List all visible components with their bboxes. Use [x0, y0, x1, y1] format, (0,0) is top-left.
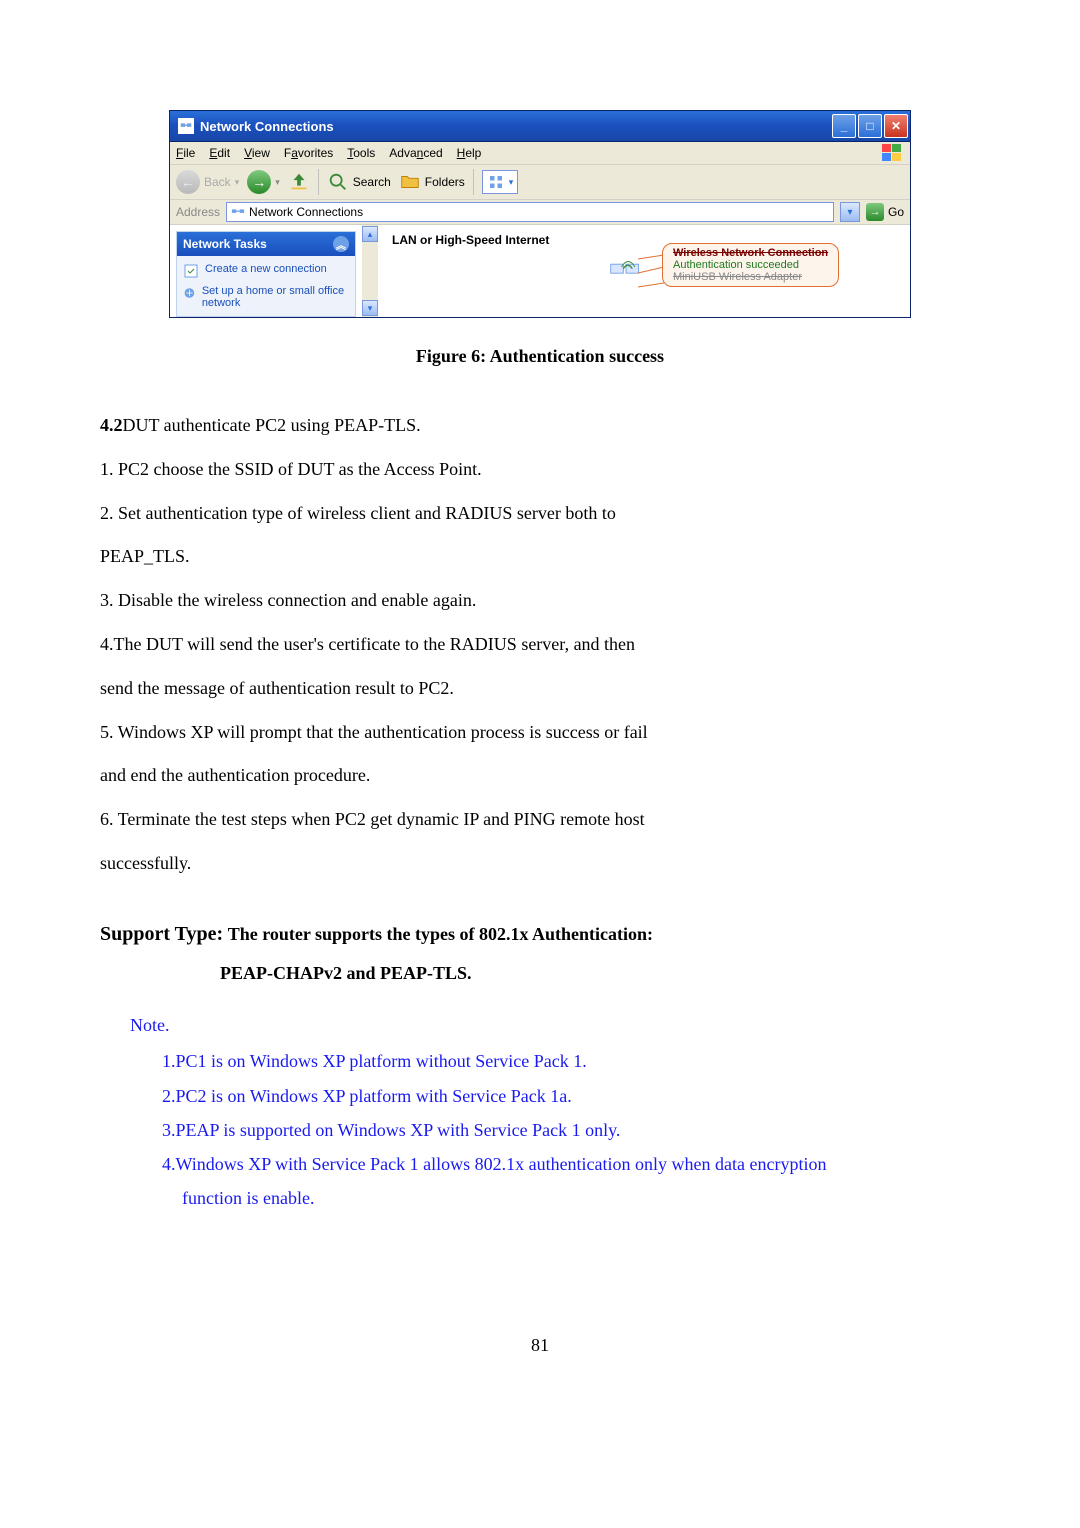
status-callout: Wireless Network Connection Authenticati… — [662, 243, 839, 287]
support-sub: PEAP-CHAPv2 and PEAP-TLS. — [220, 955, 980, 993]
close-button[interactable]: ✕ — [884, 114, 908, 138]
menu-help[interactable]: Help — [457, 146, 482, 160]
scrollbar[interactable]: ▴ ▾ — [362, 225, 378, 317]
go-label: Go — [888, 205, 904, 219]
note-item-cont: function is enable. — [182, 1181, 980, 1215]
up-button[interactable] — [288, 171, 310, 193]
collapse-icon: ︽ — [333, 236, 349, 252]
folders-button[interactable]: Folders — [399, 171, 465, 193]
note-item: 4.Windows XP with Service Pack 1 allows … — [162, 1147, 980, 1181]
support-text: The router supports the types of 802.1x … — [228, 924, 653, 944]
menu-advanced[interactable]: Advanced — [389, 146, 442, 160]
step: 4.The DUT will send the user's certifica… — [100, 626, 980, 664]
task-item-home-network[interactable]: Set up a home or small office network — [183, 282, 349, 312]
step: 6. Terminate the test steps when PC2 get… — [100, 801, 980, 839]
forward-button[interactable]: → ▾ — [247, 170, 280, 194]
callout-line2: Authentication succeeded — [673, 259, 828, 271]
title-bar: Network Connections _ □ ✕ — [170, 111, 910, 142]
page-number: 81 — [100, 1335, 980, 1356]
step-cont: PEAP_TLS. — [100, 538, 980, 576]
search-button[interactable]: Search — [327, 171, 391, 193]
menu-file[interactable]: File — [176, 146, 195, 160]
task-item-label: Set up a home or small office network — [202, 285, 349, 309]
views-button[interactable]: ▾ — [482, 170, 519, 194]
chevron-down-icon: ▾ — [275, 177, 280, 188]
note-label: Note. — [130, 1007, 980, 1045]
task-body: Create a new connection Set up a home or… — [177, 256, 355, 316]
address-dropdown[interactable]: ▾ — [840, 202, 860, 222]
task-header[interactable]: Network Tasks ︽ — [177, 232, 355, 256]
chevron-down-icon: ▾ — [235, 177, 240, 188]
task-item-label: Create a new connection — [205, 263, 327, 279]
content-area: Network Tasks ︽ Create a new connection … — [170, 225, 910, 317]
menu-edit[interactable]: Edit — [209, 146, 230, 160]
step-cont: successfully. — [100, 845, 980, 883]
windows-flag-icon — [882, 144, 904, 162]
section-4-2: 4.2DUT authenticate PC2 using PEAP-TLS. — [100, 407, 980, 445]
address-label: Address — [176, 205, 220, 219]
section-title: DUT authenticate PC2 using PEAP-TLS. — [123, 415, 421, 435]
support-line: Support Type: The router supports the ty… — [100, 913, 980, 955]
note-item: 2.PC2 is on Windows XP platform with Ser… — [162, 1079, 980, 1113]
back-button[interactable]: ← Back ▾ — [176, 170, 239, 194]
go-icon: → — [866, 203, 884, 221]
back-label: Back — [204, 175, 231, 189]
step: 2. Set authentication type of wireless c… — [100, 495, 980, 533]
step-cont: send the message of authentication resul… — [100, 670, 980, 708]
forward-icon: → — [247, 170, 271, 194]
menu-tools[interactable]: Tools — [347, 146, 375, 160]
callout-line1: Wireless Network Connection — [673, 247, 828, 259]
callout-connector — [636, 253, 666, 293]
minimize-button[interactable]: _ — [832, 114, 856, 138]
task-panel: Network Tasks ︽ Create a new connection … — [176, 231, 356, 317]
step: 5. Windows XP will prompt that the authe… — [100, 714, 980, 752]
window-title: Network Connections — [200, 119, 334, 134]
step-cont: and end the authentication procedure. — [100, 757, 980, 795]
section-header: LAN or High-Speed Internet — [388, 231, 900, 247]
document-page: Network Connections _ □ ✕ File Edit View… — [0, 0, 1080, 1396]
search-label: Search — [353, 175, 391, 189]
scroll-down-icon[interactable]: ▾ — [362, 300, 378, 316]
go-button[interactable]: → Go — [866, 203, 904, 221]
menu-bar: File Edit View Favorites Tools Advanced … — [170, 142, 910, 165]
scroll-track[interactable] — [362, 243, 378, 299]
address-input[interactable]: Network Connections — [226, 202, 834, 222]
step: 1. PC2 choose the SSID of DUT as the Acc… — [100, 451, 980, 489]
body-text: 4.2DUT authenticate PC2 using PEAP-TLS. … — [100, 407, 980, 1215]
address-bar: Address Network Connections ▾ → Go — [170, 200, 910, 225]
maximize-button[interactable]: □ — [858, 114, 882, 138]
network-connections-window: Network Connections _ □ ✕ File Edit View… — [169, 110, 911, 318]
menu-favorites[interactable]: Favorites — [284, 146, 333, 160]
network-setup-icon — [183, 285, 196, 301]
task-pane: Network Tasks ︽ Create a new connection … — [170, 225, 362, 317]
separator — [473, 169, 474, 195]
toolbar: ← Back ▾ → ▾ Search Folders — [170, 165, 910, 200]
back-icon: ← — [176, 170, 200, 194]
window-icon — [178, 118, 194, 134]
step: 3. Disable the wireless connection and e… — [100, 582, 980, 620]
network-icon — [231, 205, 245, 219]
note-item: 1.PC1 is on Windows XP platform without … — [162, 1044, 980, 1078]
task-header-label: Network Tasks — [183, 237, 267, 251]
task-item-create-connection[interactable]: Create a new connection — [183, 260, 349, 282]
scroll-up-icon[interactable]: ▴ — [362, 226, 378, 242]
window-buttons: _ □ ✕ — [832, 114, 908, 138]
separator — [318, 169, 319, 195]
main-area: LAN or High-Speed Internet Wireless Netw… — [378, 225, 910, 317]
section-num: 4.2 — [100, 415, 123, 435]
callout-line3: MiniUSB Wireless Adapter — [673, 271, 828, 283]
support-label: Support Type: — [100, 923, 223, 945]
menu-view[interactable]: View — [244, 146, 270, 160]
figure-caption: Figure 6: Authentication success — [100, 346, 980, 367]
chevron-down-icon: ▾ — [509, 177, 514, 188]
address-value: Network Connections — [249, 205, 363, 219]
wizard-icon — [183, 263, 199, 279]
notes: Note. 1.PC1 is on Windows XP platform wi… — [100, 1007, 980, 1216]
folders-label: Folders — [425, 175, 465, 189]
note-item: 3.PEAP is supported on Windows XP with S… — [162, 1113, 980, 1147]
